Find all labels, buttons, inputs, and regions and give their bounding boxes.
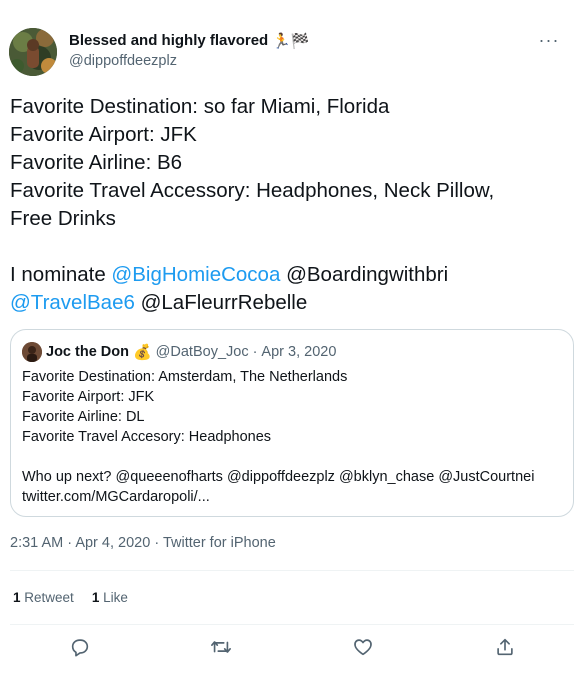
quoted-blank-line <box>22 447 562 467</box>
like-icon <box>354 639 372 656</box>
tweet-line: Favorite Travel Accessory: Headphones, N… <box>10 179 495 202</box>
retweets-stat[interactable]: 1 Retweet <box>13 590 74 605</box>
mention-link[interactable]: @BigHomieCocoa <box>111 263 280 286</box>
retweets-count: 1 <box>13 590 21 605</box>
separator-dot: · <box>154 535 160 551</box>
more-options-button[interactable]: ··· <box>535 28 563 52</box>
quoted-line: Favorite Airport: JFK <box>22 389 155 405</box>
separator-dot: · <box>67 535 73 551</box>
mention-text: @Boardingwithbri <box>286 263 449 286</box>
tweet-actions <box>0 627 575 667</box>
runner-flag-emoji-icon: 🏃🏁 <box>272 31 310 50</box>
nominate-text: I nominate <box>10 263 112 286</box>
quoted-author-name: Joc the Don <box>46 344 129 360</box>
likes-count: 1 <box>91 590 100 605</box>
divider <box>10 570 574 571</box>
tweet-stats: 1 Retweet 1 Like <box>13 590 128 605</box>
tweet-line: Favorite Airport: JFK <box>10 123 197 146</box>
author-avatar[interactable] <box>9 28 57 76</box>
author-info: Blessed and highly flavored 🏃🏁 @dippoffd… <box>69 31 310 70</box>
tweet-line: @TravelBae6 @LaFleurrRebelle <box>10 289 570 317</box>
likes-stat[interactable]: 1 Like <box>92 590 128 605</box>
tweet-detail: Blessed and highly flavored 🏃🏁 @dippoffd… <box>0 0 575 680</box>
quoted-link: twitter.com/MGCardaropoli/... <box>22 489 210 505</box>
like-button[interactable] <box>351 635 375 659</box>
tweet-text: Favorite Destination: so far Miami, Flor… <box>10 93 570 317</box>
quoted-line: Favorite Destination: Amsterdam, The Net… <box>22 369 348 385</box>
tweet-line: Favorite Airline: B6 <box>10 151 183 174</box>
quoted-tweet-text: Favorite Destination: Amsterdam, The Net… <box>22 367 562 507</box>
retweet-button[interactable] <box>209 635 233 659</box>
quoted-author-handle: @DatBoy_Joc <box>155 344 249 360</box>
more-icon: ··· <box>538 30 560 50</box>
author-handle[interactable]: @dippoffdeezplz <box>69 53 310 69</box>
mention-link[interactable]: @TravelBae6 <box>10 291 135 314</box>
likes-label: Like <box>103 590 128 605</box>
tweet-meta: 2:31 AM · Apr 4, 2020 · Twitter for iPho… <box>10 535 276 551</box>
tweet-date: Apr 4, 2020 <box>75 535 151 551</box>
tweet-line: Free Drinks <box>10 207 116 230</box>
tweet-time-link[interactable]: 2:31 AM · Apr 4, 2020 <box>10 535 150 551</box>
quoted-tweet-date: Apr 3, 2020 <box>261 344 337 360</box>
tweet-source-link[interactable]: Twitter for iPhone <box>163 535 276 551</box>
quoted-tweet[interactable]: Joc the Don 💰 @DatBoy_Joc · Apr 3, 2020 … <box>10 329 574 517</box>
retweet-icon <box>211 641 231 653</box>
tweet-time: 2:31 AM <box>10 535 64 551</box>
retweets-label: Retweet <box>24 590 74 605</box>
reply-icon <box>71 639 89 657</box>
quoted-line: Favorite Airline: DL <box>22 409 145 425</box>
separator-dot: · <box>252 344 258 360</box>
tweet-line: Favorite Destination: so far Miami, Flor… <box>10 95 390 118</box>
tweet-line: I nominate @BigHomieCocoa @Boardingwithb… <box>10 261 570 289</box>
quoted-line: Favorite Travel Accesory: Headphones <box>22 429 272 445</box>
mention-text: @LaFleurrRebelle <box>140 291 308 314</box>
reply-button[interactable] <box>68 635 92 659</box>
money-bag-emoji-icon: 💰 <box>132 343 152 361</box>
quoted-author-avatar <box>22 342 42 362</box>
divider <box>10 624 574 625</box>
share-icon <box>497 638 513 656</box>
quoted-tweet-header: Joc the Don 💰 @DatBoy_Joc · Apr 3, 2020 <box>22 342 336 362</box>
author-display-name[interactable]: Blessed and highly flavored 🏃🏁 <box>69 31 310 50</box>
quoted-line: Who up next? @queeenofharts @dippoffdeez… <box>22 469 535 485</box>
author-name-text: Blessed and highly flavored <box>69 32 269 49</box>
share-button[interactable] <box>493 635 517 659</box>
